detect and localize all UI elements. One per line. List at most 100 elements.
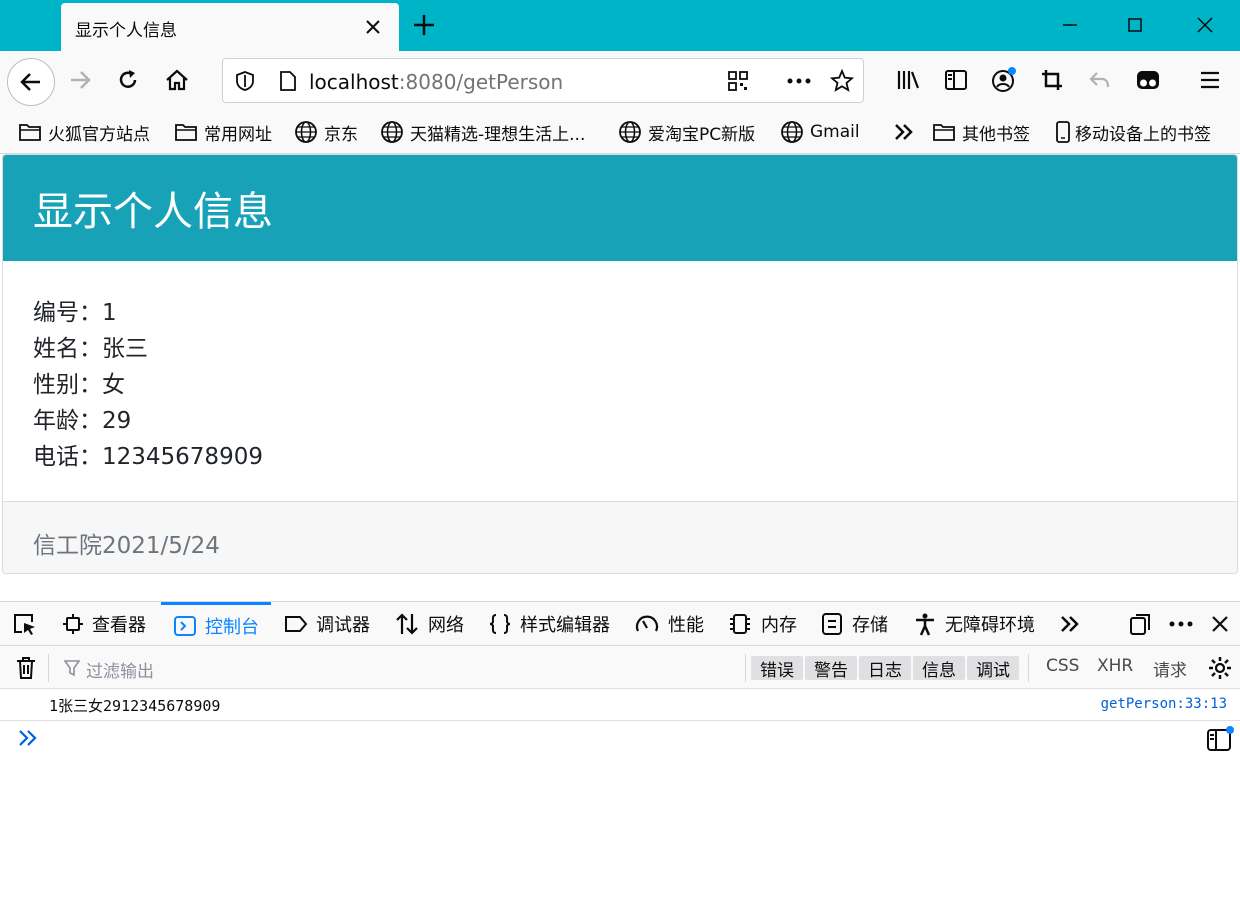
card-body: 编号：1 姓名：张三 性别：女 年龄：29 电话：12345678909 <box>33 295 263 475</box>
tab-storage[interactable]: 存储 <box>820 602 888 646</box>
field-label: 编号： <box>33 300 102 326</box>
tab-label: 控制台 <box>205 616 259 638</box>
tab-memory[interactable]: 内存 <box>727 602 797 646</box>
bookmark-item[interactable]: 其他书签 <box>932 120 1030 145</box>
log-source-link[interactable]: getPerson:33:13 <box>1101 696 1227 712</box>
undo-button[interactable] <box>1080 60 1120 100</box>
bookmark-item[interactable]: 常用网址 <box>174 120 272 145</box>
folder-icon <box>933 124 955 141</box>
level-error-button[interactable]: 错误 <box>751 656 803 681</box>
filter-xhr-button[interactable]: XHR <box>1097 656 1133 676</box>
level-debug-button[interactable]: 调试 <box>967 656 1019 681</box>
gear-icon[interactable] <box>1207 655 1233 681</box>
tab-label: 样式编辑器 <box>520 615 610 636</box>
field-value: 29 <box>102 408 132 434</box>
tab-style-editor[interactable]: 样式编辑器 <box>488 602 610 646</box>
field-label: 性别： <box>33 372 102 398</box>
window-close-icon[interactable] <box>1190 10 1220 40</box>
bookmark-item[interactable]: 爱淘宝PC新版 <box>618 120 756 145</box>
field-label: 年龄： <box>33 408 102 434</box>
close-icon[interactable] <box>363 17 383 37</box>
gauge-icon <box>635 615 659 632</box>
tab-network[interactable]: 网络 <box>394 602 464 646</box>
page-actions-icon[interactable] <box>786 68 812 94</box>
field-name: 姓名：张三 <box>33 331 263 367</box>
filter-input[interactable]: 过滤输出 <box>86 657 154 682</box>
trash-icon[interactable] <box>15 655 37 681</box>
field-id: 编号：1 <box>33 295 263 331</box>
library-button[interactable] <box>888 60 928 100</box>
navigation-toolbar: localhost:8080/getPerson <box>0 51 1240 110</box>
maximize-icon[interactable] <box>1120 10 1150 40</box>
field-label: 电话： <box>33 444 102 470</box>
menu-button[interactable] <box>1190 60 1230 100</box>
braces-icon <box>489 614 511 634</box>
page-info-icon[interactable] <box>275 68 301 94</box>
bookmark-label: 爱淘宝PC新版 <box>648 124 756 145</box>
globe-icon <box>295 121 317 143</box>
bookmark-star-icon[interactable] <box>829 68 855 94</box>
tab-performance[interactable]: 性能 <box>634 602 704 646</box>
element-picker-button[interactable] <box>12 602 46 646</box>
page-title: 显示个人信息 <box>33 189 273 235</box>
globe-icon <box>781 121 803 143</box>
tab-label: 存储 <box>852 615 888 636</box>
field-age: 年龄：29 <box>33 403 263 439</box>
new-tab-icon[interactable] <box>410 11 438 39</box>
filter-requests-button[interactable]: 请求 <box>1153 656 1187 681</box>
level-info-button[interactable]: 信息 <box>913 656 965 681</box>
more-horizontal-icon <box>1169 621 1193 627</box>
more-bookmarks-button[interactable] <box>892 120 922 144</box>
bookmark-item[interactable]: 天猫精选-理想生活上... <box>380 120 586 145</box>
filter-css-button[interactable]: CSS <box>1046 656 1079 676</box>
level-log-button[interactable]: 日志 <box>859 656 911 681</box>
bookmarks-toolbar: 火狐官方站点 常用网址 京东 天猫精选-理想生活上... 爱淘宝PC新版 Gma… <box>0 110 1240 154</box>
browser-tab[interactable]: 显示个人信息 <box>61 3 399 51</box>
reload-button[interactable] <box>108 60 148 100</box>
extension-button[interactable] <box>1128 60 1168 100</box>
devtools-options-button[interactable] <box>1168 602 1202 646</box>
level-warning-button[interactable]: 警告 <box>805 656 857 681</box>
crop-icon <box>1042 70 1062 90</box>
sidebar-toggle-icon[interactable] <box>1206 726 1234 752</box>
divider <box>1028 654 1029 682</box>
divider <box>48 654 49 682</box>
devtools-panel: 查看器 控制台 调试器 网络 样式编辑器 性能 内存 存储 无障碍环境 过滤输出… <box>0 601 1240 916</box>
sidebar-button[interactable] <box>936 60 976 100</box>
bookmark-item[interactable]: 移动设备上的书签 <box>1055 120 1211 145</box>
tab-label: 查看器 <box>92 615 146 636</box>
tab-accessibility[interactable]: 无障碍环境 <box>913 602 1035 646</box>
account-button[interactable] <box>984 60 1024 100</box>
home-button[interactable] <box>157 60 197 100</box>
devtools-toolbar: 查看器 控制台 调试器 网络 样式编辑器 性能 内存 存储 无障碍环境 <box>0 602 1240 646</box>
screenshot-button[interactable] <box>1032 60 1072 100</box>
tab-label: 无障碍环境 <box>945 615 1035 636</box>
close-icon <box>1212 616 1228 632</box>
home-icon <box>166 69 188 91</box>
devtools-close-button[interactable] <box>1210 602 1238 646</box>
console-prompt-icon <box>19 730 37 746</box>
inspector-icon <box>63 614 83 634</box>
divider <box>745 654 746 682</box>
more-tabs-button[interactable] <box>1058 602 1090 646</box>
tab-inspector[interactable]: 查看器 <box>62 602 146 646</box>
dock-button[interactable] <box>1128 602 1162 646</box>
bookmark-label: 天猫精选-理想生活上... <box>410 124 586 145</box>
bookmark-item[interactable]: Gmail <box>780 120 860 144</box>
tab-debugger[interactable]: 调试器 <box>284 602 370 646</box>
console-input[interactable] <box>48 722 1188 752</box>
url-bar[interactable]: localhost:8080/getPerson <box>222 58 864 103</box>
minimize-icon[interactable] <box>1055 10 1085 40</box>
extension-icon <box>1137 71 1159 89</box>
qr-code-icon[interactable] <box>725 68 751 94</box>
memory-chip-icon <box>730 614 750 634</box>
console-log-row: 1张三女2912345678909 getPerson:33:13 <box>0 689 1240 721</box>
url-text[interactable]: localhost:8080/getPerson <box>309 70 563 94</box>
shield-icon[interactable] <box>232 68 258 94</box>
bookmark-label: 其他书签 <box>962 124 1030 145</box>
bookmark-item[interactable]: 京东 <box>294 120 358 145</box>
tab-console[interactable]: 控制台 <box>161 602 271 646</box>
forward-button[interactable] <box>60 60 100 100</box>
bookmark-item[interactable]: 火狐官方站点 <box>18 120 150 145</box>
back-button[interactable] <box>7 58 55 106</box>
